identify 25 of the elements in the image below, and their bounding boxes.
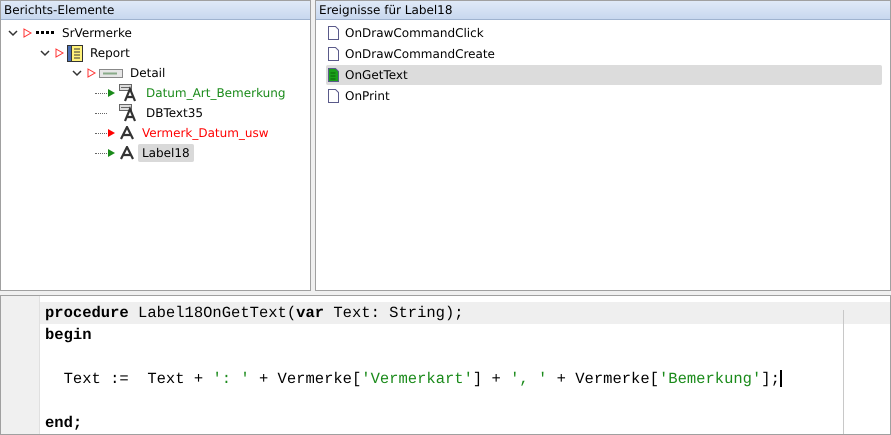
dbtext-icon	[119, 84, 139, 102]
tree-item[interactable]: Report	[86, 44, 134, 62]
band-icon	[99, 68, 123, 78]
tree-item[interactable]: Detail	[126, 64, 170, 82]
tree-item[interactable]: Label18	[138, 144, 194, 162]
letter-a-icon	[119, 126, 135, 140]
tree-item[interactable]: SrVermerke	[58, 24, 136, 42]
dbtext-icon	[119, 104, 139, 122]
dots-icon	[35, 30, 55, 36]
code-editor[interactable]: procedure Label18OnGetText(var Text: String); begin Text := Text + ': ' + Vermerke['Vermerkart'] + ', ' + Vermerke['Bemerkung']; end;	[0, 295, 891, 435]
code-line: Text := Text + ': ' + Vermerke['Vermerkart'] + ', ' + Vermerke['Bemerkung'];	[62, 369, 783, 390]
event-item[interactable]: OnDrawCommandCreate	[326, 44, 882, 64]
code-line: begin	[44, 325, 93, 346]
tree-item[interactable]: DBText35	[142, 104, 208, 122]
text-cursor	[780, 370, 782, 388]
tree-item[interactable]: Vermerk_Datum_usw	[138, 124, 273, 142]
letter-a-icon	[119, 146, 135, 160]
event-item[interactable]: OnGetText	[326, 65, 882, 85]
report-icon	[67, 44, 83, 62]
code-line: end;	[44, 413, 84, 434]
event-item[interactable]: OnDrawCommandClick	[326, 23, 882, 43]
panel-title: Ereignisse für Label18	[316, 1, 890, 20]
tree-item[interactable]: Datum_Art_Bemerkung	[142, 84, 290, 102]
event-item[interactable]: OnPrint	[326, 86, 882, 106]
panel-title: Berichts-Elemente	[1, 1, 310, 20]
